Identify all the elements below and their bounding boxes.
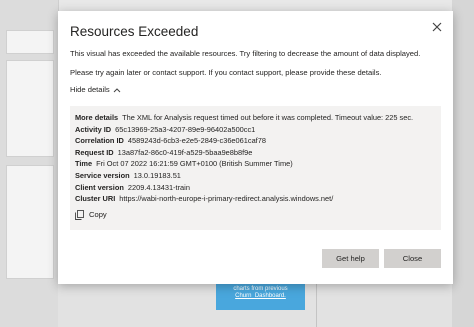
detail-key: Correlation ID (75, 136, 124, 146)
tile-text-line2: Churn_Dashboard. (235, 293, 286, 299)
detail-value: 2209.4.13431-train (127, 182, 190, 192)
detail-row: Activity ID 65c13969-25a3-4207-89e9-96402… (75, 124, 436, 136)
get-help-button[interactable]: Get help (322, 249, 379, 268)
detail-row: Cluster URI https://wabi-north-europe-i-p… (75, 193, 436, 205)
detail-key: Request ID (75, 147, 114, 157)
detail-key: Cluster URI (75, 194, 116, 204)
copy-details-button[interactable]: Copy (75, 210, 107, 220)
detail-row: Request ID 13a87fa2-86c0-419f-a529-5baa9e… (75, 147, 436, 159)
close-button[interactable]: Close (384, 249, 441, 268)
chevron-up-icon (113, 88, 121, 93)
tile-text-line1: charts from previous (233, 286, 288, 292)
detail-value: The XML for Analysis request timed out b… (122, 113, 414, 122)
dialog-support-message: Please try again later or contact suppor… (70, 68, 382, 77)
error-details-panel: More details The XML for Analysis request… (70, 106, 441, 230)
detail-value: https://wabi-north-europe-i-primary-redi… (119, 194, 334, 204)
detail-value: 4589243d-6cb3-e2e5-2849-c36e061caf78 (127, 136, 266, 146)
background-right-pane (452, 0, 474, 327)
detail-value: 65c13969-25a3-4207-89e9-96402a500cc1 (115, 124, 256, 134)
hide-details-toggle[interactable]: Hide details (70, 85, 121, 94)
close-icon (432, 22, 442, 32)
dialog-title: Resources Exceeded (70, 24, 199, 39)
background-card (6, 30, 54, 54)
detail-key: Service version (75, 170, 130, 180)
copy-label: Copy (89, 210, 107, 219)
hide-details-label: Hide details (70, 85, 110, 94)
detail-row: Correlation ID 4589243d-6cb3-e2e5-2849-c3… (75, 135, 436, 147)
detail-key: Client version (75, 182, 124, 192)
background-tile: charts from previous Churn_Dashboard. (216, 283, 305, 310)
detail-key: Time (75, 159, 93, 169)
detail-value: Fri Oct 07 2022 16:21:59 GMT+0100 (Briti… (96, 159, 293, 169)
detail-row: Client version 2209.4.13431-train (75, 182, 436, 194)
detail-row: Time Fri Oct 07 2022 16:21:59 GMT+0100 (B… (75, 158, 436, 170)
detail-key: More details (75, 113, 119, 122)
background-card (6, 60, 54, 157)
close-dialog-button[interactable] (430, 20, 444, 34)
detail-value: 13.0.19183.51 (133, 170, 181, 180)
background-divider (316, 284, 317, 327)
detail-row: More details The XML for Analysis request… (75, 112, 436, 124)
detail-row: Service version 13.0.19183.51 (75, 170, 436, 182)
resources-exceeded-dialog: Resources Exceeded This visual has excee… (58, 11, 453, 284)
dialog-message: This visual has exceeded the available r… (70, 49, 421, 58)
copy-icon (75, 210, 84, 220)
detail-value: 13a87fa2-86c0-419f-a529-5baa9e8b8f9e (117, 147, 253, 157)
background-card (6, 165, 54, 279)
detail-key: Activity ID (75, 124, 112, 134)
